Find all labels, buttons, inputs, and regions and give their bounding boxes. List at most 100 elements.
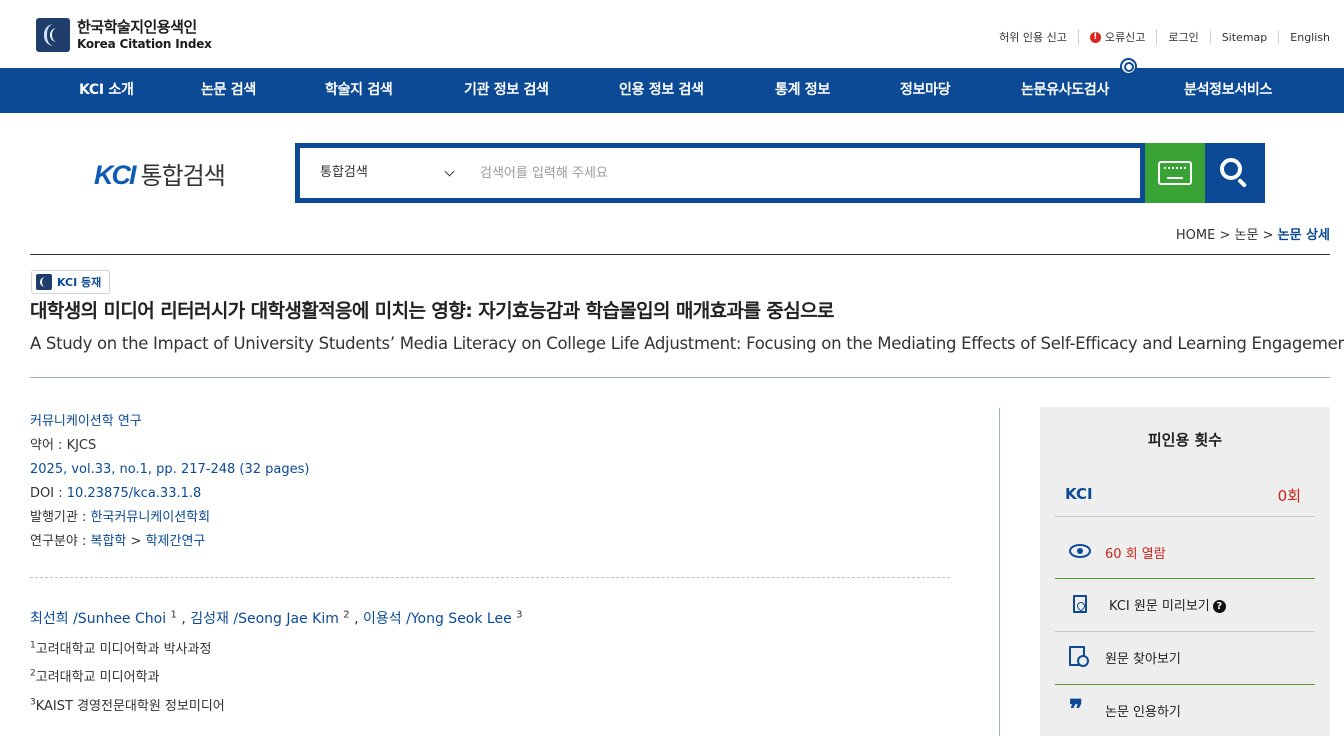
false-citation-report-link[interactable]: 허위 인용 신고 [988,29,1078,45]
sitemap-link[interactable]: Sitemap [1209,30,1279,44]
kci-citation-label: KCI [1065,485,1093,503]
field-link-secondary[interactable]: 학제간연구 [146,534,206,549]
view-count-row: 60 회 열람 [1055,527,1315,579]
error-report-label: 오류신고 [1104,31,1146,44]
author-affiliation-index: 3 [516,609,523,621]
research-field-row: 연구분야 : 복합학 > 학제간연구 [30,530,309,554]
false-citation-report-label: 허위 인용 신고 [999,31,1067,44]
kci-brand-text: 통합검색 [140,162,226,190]
similarity-search-icon [1120,58,1137,75]
kci-registered-badge: KCI 등재 [31,270,111,294]
affiliation-item: 1고려대학교 미디어학과 박사과정 [30,638,211,657]
breadcrumb-separator: > [1215,228,1235,243]
english-link[interactable]: English [1278,30,1330,44]
kci-preview-label: KCI 원문 미리보기 [1109,599,1210,614]
nav-item-kci-intro[interactable]: KCI 소개 [79,68,134,113]
logo-english: Korea Citation Index [77,36,212,51]
breadcrumb-current: 논문 상세 [1277,228,1330,243]
sitemap-label: Sitemap [1221,30,1268,44]
journal-abbreviation: 약어 : KJCS [30,434,309,458]
nav-item-journal-search[interactable]: 학술지 검색 [325,68,393,113]
affiliation-text: 고려대학교 미디어학과 [35,670,160,685]
publisher-label: 발행기관 : [30,510,91,525]
abbr-value: KJCS [66,438,97,453]
article-info: 커뮤니케이션학 연구 약어 : KJCS 2025, vol.33, no.1,… [30,410,309,554]
utility-links: 허위 인용 신고 ! 오류신고 로그인 Sitemap English [988,29,1330,45]
doi-link[interactable]: 10.23875/kca.33.1.8 [67,486,202,501]
document-search-icon [1069,646,1089,667]
author-separator: , [349,611,364,627]
field-separator: > [126,534,146,549]
login-link[interactable]: 로그인 [1156,29,1209,45]
breadcrumb-divider [30,254,1330,255]
kci-citation-count[interactable]: 0회 [1278,485,1301,506]
content-divider [999,408,1000,736]
kci-brand-logo: KCI [94,160,136,190]
publisher-row: 발행기관 : 한국커뮤니케이션학회 [30,506,309,530]
affiliation-item: 2고려대학교 미디어학과 [30,666,159,685]
affiliation-text: KAIST 경영전문대학원 정보미디어 [35,699,225,714]
integrated-search-brand: KCI 통합검색 [94,156,226,191]
kci-badge-icon [36,274,52,290]
login-label: 로그인 [1168,31,1199,44]
kci-logo[interactable]: 한국학술지인용색인 Korea Citation Index [36,18,212,52]
search-input[interactable] [480,156,1120,190]
cite-article-label: 논문 인용하기 [1105,705,1181,720]
keyboard-icon [1158,161,1192,185]
logo-text: 한국학술지인용색인 Korea Citation Index [77,17,212,51]
alert-icon: ! [1089,31,1101,43]
badge-label: KCI 등재 [57,276,102,289]
author-link[interactable]: 김성재 /Seong Jae Kim [190,611,339,627]
info-divider [30,577,950,578]
kci-preview-button[interactable]: KCI 원문 미리보기? [1055,579,1315,632]
nav-item-similarity-check[interactable]: 논문유사도검사 [1021,68,1109,113]
search-scope-select[interactable]: 통합검색 [320,148,455,198]
error-report-link[interactable]: ! 오류신고 [1077,29,1156,45]
cite-article-button[interactable]: ❞ 논문 인용하기 [1055,685,1315,736]
help-icon[interactable]: ? [1212,600,1226,613]
nav-item-analysis-service[interactable]: 분석정보서비스 [1184,68,1272,113]
virtual-keyboard-button[interactable] [1145,143,1205,203]
main-nav: KCI 소개 논문 검색 학술지 검색 기관 정보 검색 인용 정보 검색 통계… [0,58,1344,113]
author-separator: , [176,611,191,627]
kci-citation-row: KCI 0회 [1055,477,1315,517]
nav-list: KCI 소개 논문 검색 학술지 검색 기관 정보 검색 인용 정보 검색 통계… [0,58,1344,113]
nav-item-institution-search[interactable]: 기관 정보 검색 [464,68,549,113]
nav-item-article-search[interactable]: 논문 검색 [201,68,256,113]
article-title-english: A Study on the Impact of University Stud… [30,334,1344,353]
field-label: 연구분야 : [30,534,91,549]
breadcrumb-home[interactable]: HOME [1176,228,1215,243]
top-bar: 한국학술지인용색인 Korea Citation Index 허위 인용 신고 … [0,0,1344,68]
breadcrumb: HOME > 논문 > 논문 상세 [1176,224,1330,243]
find-original-label: 원문 찾아보기 [1105,652,1181,667]
publisher-link[interactable]: 한국커뮤니케이션학회 [91,510,211,525]
volume-issue-link[interactable]: 2025, vol.33, no.1, pp. 217-248 (32 page… [30,462,309,477]
nav-item-statistics[interactable]: 통계 정보 [775,68,830,113]
find-original-button[interactable]: 원문 찾아보기 [1055,632,1315,685]
title-divider [30,377,1330,378]
author-link[interactable]: 이용석 /Yong Seok Lee [363,611,512,627]
search-box: 통합검색 [295,143,1145,203]
search-button[interactable] [1205,143,1265,203]
affiliation-item: 3KAIST 경영전문대학원 정보미디어 [30,695,225,714]
nav-item-citation-search[interactable]: 인용 정보 검색 [619,68,704,113]
abbr-label: 약어 : [30,438,67,453]
citation-count-title: 피인용 횟수 [1147,431,1223,449]
doi-row: DOI : 10.23875/kca.33.1.8 [30,482,309,506]
doi-label: DOI : [30,486,67,501]
journal-link[interactable]: 커뮤니케이션학 연구 [30,414,142,429]
quote-icon: ❞ [1069,695,1083,725]
pdf-icon [1073,595,1087,613]
article-title-korean: 대학생의 미디어 리터러시가 대학생활적응에 미치는 영향: 자기효능감과 학습… [30,300,834,322]
breadcrumb-separator: > [1258,228,1278,243]
eye-icon [1069,544,1091,558]
field-link-primary[interactable]: 복합학 [91,534,127,549]
citation-side-panel: 피인용 횟수 KCI 0회 60 회 열람 KCI 원문 미리보기? 원문 찾아… [1040,407,1330,736]
author-link[interactable]: 최선희 /Sunhee Choi [30,611,166,627]
english-label: English [1290,30,1330,44]
nav-item-info-board[interactable]: 정보마당 [900,68,951,113]
kci-logo-icon [36,18,70,52]
logo-korean: 한국학술지인용색인 [77,17,197,36]
kci-preview-row-label: KCI 원문 미리보기? [1109,595,1226,614]
breadcrumb-article[interactable]: 논문 [1235,228,1259,243]
